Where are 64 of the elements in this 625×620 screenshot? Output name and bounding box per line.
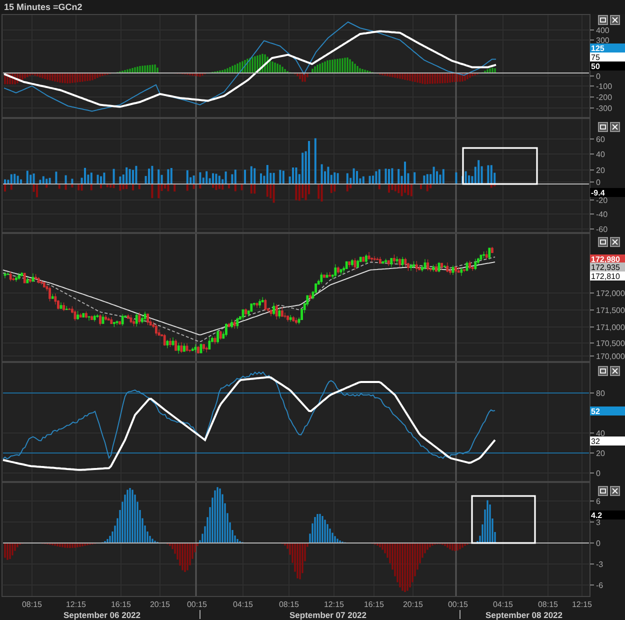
axis-label: 400 (596, 26, 610, 35)
value-tag: 32 (590, 436, 625, 446)
close-icon[interactable] (610, 486, 620, 496)
restore-icon[interactable] (598, 486, 608, 496)
value-tag: 172,935 (590, 262, 625, 272)
axis-label: 0 (596, 72, 600, 81)
axis-label: 20 (596, 449, 605, 458)
axis-label: 3 (596, 518, 600, 527)
time-label: 16:15 (364, 600, 384, 609)
axis-label: -300 (596, 104, 612, 113)
axis-label: 60 (596, 135, 605, 144)
time-label: 08:15 (278, 600, 300, 609)
restore-icon[interactable] (598, 122, 608, 132)
time-label: 08:15 (22, 600, 42, 609)
close-icon[interactable] (610, 15, 620, 25)
axis-label: 0 (596, 469, 600, 478)
value-tag: 125 (590, 44, 625, 53)
axis-label: 170,500 (596, 339, 625, 348)
axis-label: -20 (596, 196, 608, 205)
axis-label: 171,000 (596, 323, 625, 332)
axis-label: -60 (596, 225, 608, 233)
time-label: 04:15 (492, 600, 514, 609)
time-label: 16:15 (110, 600, 132, 609)
axis-label: 0 (596, 178, 600, 187)
axis-label: 171,500 (596, 306, 625, 315)
value-tag: 75 (590, 52, 625, 62)
axis-label: -6 (596, 581, 604, 590)
axis-label: 6 (596, 497, 600, 506)
restore-icon[interactable] (598, 237, 608, 247)
axis-label: -100 (596, 82, 612, 91)
time-label: 00:15 (186, 600, 208, 609)
axis-label: 40 (596, 429, 605, 438)
time-label: 12:15 (324, 600, 344, 609)
axis-label: 40 (596, 150, 605, 159)
date-label: September 06 2022 (63, 610, 141, 620)
axis-label: 300 (596, 36, 610, 45)
axis-label: 170,000 (596, 352, 625, 361)
restore-icon[interactable] (598, 15, 608, 25)
time-label: 20:15 (150, 600, 170, 609)
value-tag: 4.2 (590, 510, 625, 520)
chart-title: 15 Minutes =GCn2 (4, 2, 82, 12)
axis-label: -3 (596, 560, 604, 569)
axis-label: 80 (596, 389, 605, 398)
time-label: 12:15 (572, 600, 592, 609)
axis-label: 20 (596, 166, 605, 175)
time-label: 00:15 (448, 600, 468, 609)
close-icon[interactable] (610, 366, 620, 376)
date-label: September 08 2022 (485, 610, 563, 620)
close-icon[interactable] (610, 122, 620, 132)
axis-label: -200 (596, 93, 612, 102)
restore-icon[interactable] (598, 366, 608, 376)
time-label: 08:15 (538, 600, 558, 609)
time-label: 04:15 (232, 600, 254, 609)
axis-label: 0 (596, 539, 600, 548)
time-label: 20:15 (402, 600, 424, 609)
value-tag: 172,810 (590, 272, 625, 281)
time-label: 12:15 (66, 600, 86, 609)
value-tag: 52 (590, 406, 625, 416)
value-tag: 50 (590, 62, 625, 71)
axis-label: -40 (596, 210, 608, 219)
close-icon[interactable] (610, 237, 620, 247)
value-tag: -9.4 (590, 188, 625, 198)
date-label: September 07 2022 (289, 610, 367, 620)
axis-label: 172,000 (596, 289, 625, 298)
